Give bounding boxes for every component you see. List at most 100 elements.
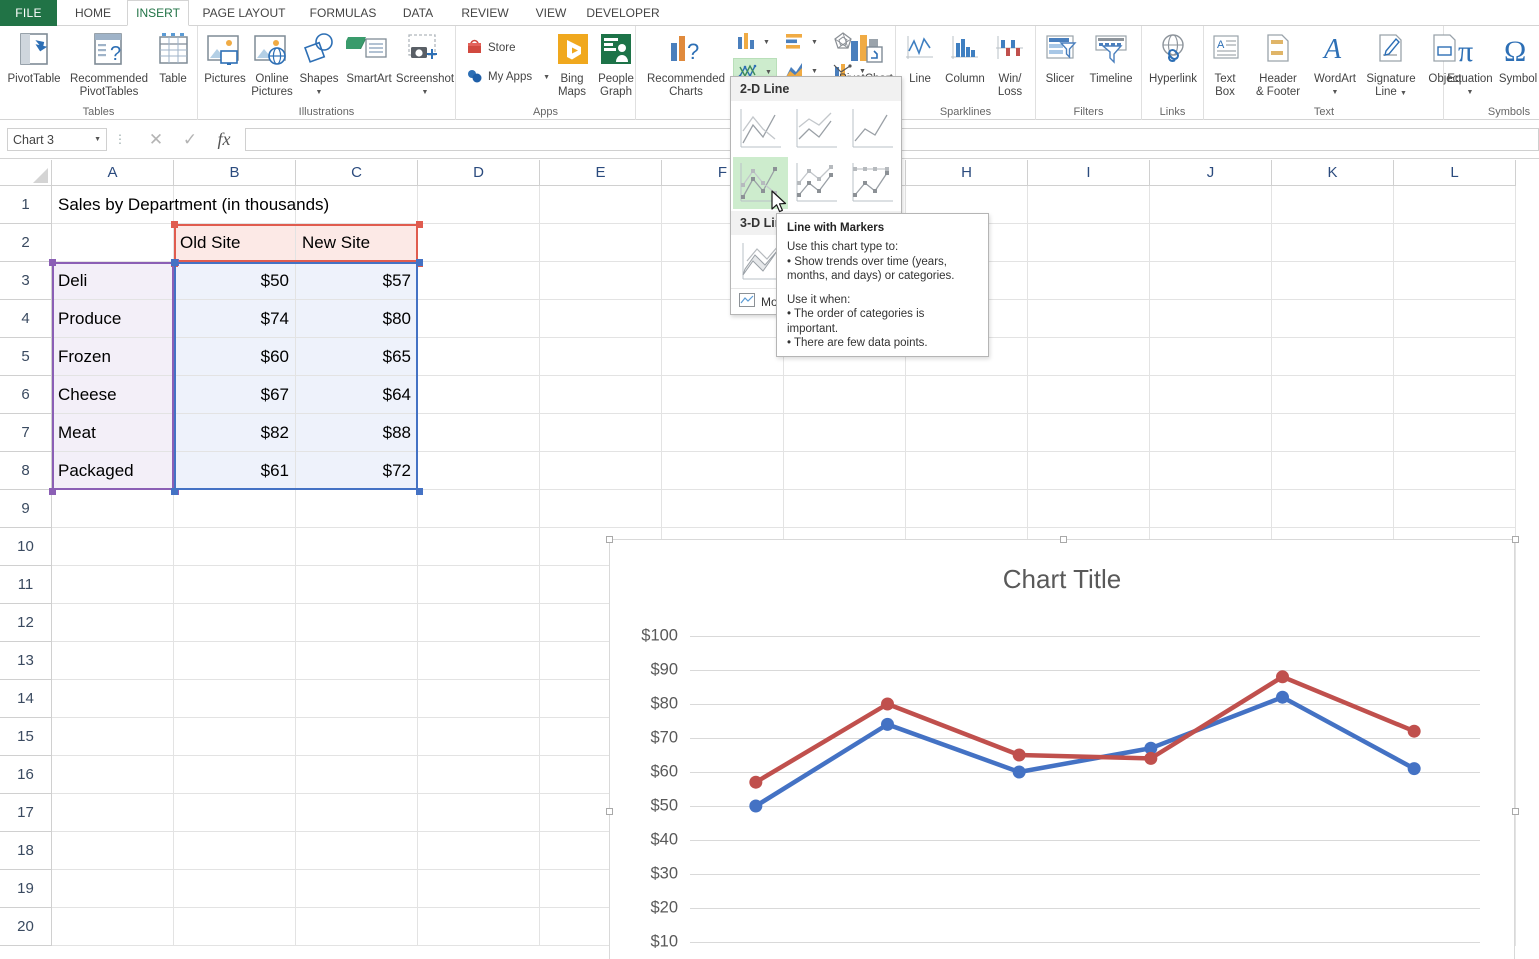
cell-A2[interactable] (52, 224, 174, 262)
cell-A14[interactable] (52, 680, 174, 718)
cell-B16[interactable] (174, 756, 296, 794)
cell-J4[interactable] (1150, 300, 1272, 338)
cell-I6[interactable] (1028, 376, 1150, 414)
cell-J2[interactable] (1150, 224, 1272, 262)
tab-view[interactable]: VIEW (527, 0, 575, 26)
chart-handle-tr[interactable] (1512, 536, 1519, 543)
cell-F6[interactable] (662, 376, 784, 414)
cell-L4[interactable] (1394, 300, 1516, 338)
cell-L8[interactable] (1394, 452, 1516, 490)
cell-C5[interactable]: $65 (296, 338, 418, 376)
chart-handle-tl[interactable] (606, 536, 613, 543)
chart-marker[interactable] (1276, 670, 1289, 684)
cell-D14[interactable] (418, 680, 540, 718)
row-header-5[interactable]: 5 (0, 338, 52, 376)
cell-C17[interactable] (296, 794, 418, 832)
cell-D8[interactable] (418, 452, 540, 490)
sparkline-winloss-button[interactable]: Win/ Loss (986, 26, 1034, 99)
screenshot-chevron-down-icon[interactable]: ▼ (394, 86, 456, 99)
chart-marker[interactable] (1144, 751, 1158, 765)
cell-C18[interactable] (296, 832, 418, 870)
chart-marker[interactable] (749, 799, 763, 813)
gallery-item-line[interactable] (733, 103, 788, 155)
cell-B7[interactable]: $82 (174, 414, 296, 452)
hyperlink-button[interactable]: Hyperlink (1137, 26, 1209, 86)
cell-C8[interactable]: $72 (296, 452, 418, 490)
cell-A5[interactable]: Frozen (52, 338, 174, 376)
cell-I1[interactable] (1028, 186, 1150, 224)
table-button[interactable]: Table (148, 26, 198, 86)
cell-C10[interactable] (296, 528, 418, 566)
cell-L3[interactable] (1394, 262, 1516, 300)
row-header-1[interactable]: 1 (0, 186, 52, 224)
cell-K5[interactable] (1272, 338, 1394, 376)
cell-A17[interactable] (52, 794, 174, 832)
tab-file[interactable]: FILE (0, 0, 57, 26)
column-header-J[interactable]: J (1150, 160, 1272, 186)
row-header-7[interactable]: 7 (0, 414, 52, 452)
row-header-18[interactable]: 18 (0, 832, 52, 870)
tab-data[interactable]: DATA (393, 0, 443, 26)
row-header-3[interactable]: 3 (0, 262, 52, 300)
chart-marker[interactable] (1276, 690, 1289, 704)
name-box[interactable]: Chart 3 ▼ (7, 128, 107, 151)
column-header-I[interactable]: I (1028, 160, 1150, 186)
row-header-8[interactable]: 8 (0, 452, 52, 490)
chart-series-line-0[interactable] (753, 694, 1417, 809)
chart-plot-area[interactable]: $100$90$80$70$60$50$40$30$20$10$0DeliPro… (610, 540, 1516, 959)
cell-I9[interactable] (1028, 490, 1150, 528)
people-graph-button[interactable]: People Graph (592, 26, 640, 99)
chart-marker[interactable] (1407, 762, 1421, 776)
column-header-K[interactable]: K (1272, 160, 1394, 186)
tab-insert[interactable]: INSERT (127, 0, 189, 26)
cell-G9[interactable] (784, 490, 906, 528)
cell-B10[interactable] (174, 528, 296, 566)
cell-A15[interactable] (52, 718, 174, 756)
cell-B13[interactable] (174, 642, 296, 680)
cell-B14[interactable] (174, 680, 296, 718)
cell-C6[interactable]: $64 (296, 376, 418, 414)
cell-C7[interactable]: $88 (296, 414, 418, 452)
cell-H7[interactable] (906, 414, 1028, 452)
cell-A11[interactable] (52, 566, 174, 604)
tab-review[interactable]: REVIEW (451, 0, 519, 26)
column-chart-button[interactable]: ▼ (736, 31, 770, 54)
column-header-B[interactable]: B (174, 160, 296, 186)
bar-chart-chevron-down-icon[interactable]: ▼ (811, 39, 818, 46)
cell-D4[interactable] (418, 300, 540, 338)
cell-E7[interactable] (540, 414, 662, 452)
cell-J3[interactable] (1150, 262, 1272, 300)
cell-C13[interactable] (296, 642, 418, 680)
cell-F5[interactable] (662, 338, 784, 376)
line-chart-chevron-down-icon[interactable]: ▼ (765, 69, 772, 76)
sparkline-column-button[interactable]: Column (940, 26, 990, 86)
row-header-12[interactable]: 12 (0, 604, 52, 642)
my-apps-button[interactable]: My Apps ▼ (466, 67, 550, 87)
cell-K3[interactable] (1272, 262, 1394, 300)
cell-I8[interactable] (1028, 452, 1150, 490)
cell-L9[interactable] (1394, 490, 1516, 528)
cell-E6[interactable] (540, 376, 662, 414)
cell-L6[interactable] (1394, 376, 1516, 414)
cell-D19[interactable] (418, 870, 540, 908)
cell-B6[interactable]: $67 (174, 376, 296, 414)
cell-D10[interactable] (418, 528, 540, 566)
cell-D17[interactable] (418, 794, 540, 832)
sparkline-line-button[interactable]: Line (896, 26, 944, 86)
cell-C9[interactable] (296, 490, 418, 528)
cell-A7[interactable]: Meat (52, 414, 174, 452)
cell-J1[interactable] (1150, 186, 1272, 224)
cell-F8[interactable] (662, 452, 784, 490)
column-header-E[interactable]: E (540, 160, 662, 186)
cell-B19[interactable] (174, 870, 296, 908)
cell-B4[interactable]: $74 (174, 300, 296, 338)
gallery-item-stacked-line[interactable] (789, 103, 844, 155)
row-header-19[interactable]: 19 (0, 870, 52, 908)
cell-K2[interactable] (1272, 224, 1394, 262)
row-header-16[interactable]: 16 (0, 756, 52, 794)
cell-C12[interactable] (296, 604, 418, 642)
chart-series-line-1[interactable] (753, 674, 1417, 785)
cell-J5[interactable] (1150, 338, 1272, 376)
cell-A10[interactable] (52, 528, 174, 566)
select-all-corner[interactable] (0, 160, 52, 186)
